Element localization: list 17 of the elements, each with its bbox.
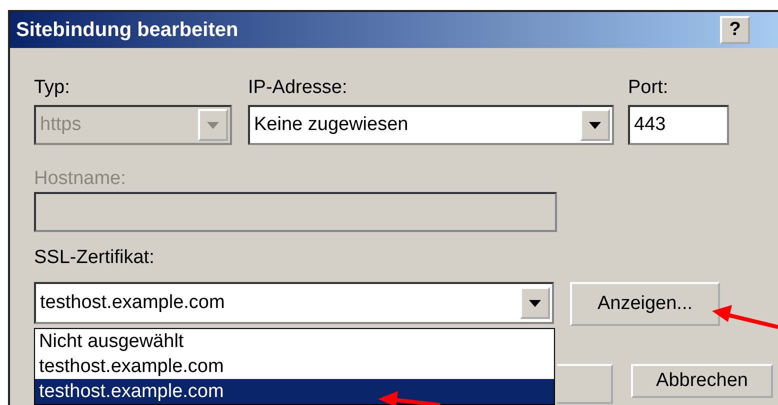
field-label: IP-Adresse: — [248, 76, 348, 100]
view-button[interactable]: Anzeigen... — [570, 282, 720, 326]
field-label: SSL-Zertifikat: — [34, 246, 156, 270]
port-field[interactable]: 443 — [628, 105, 729, 145]
cancel-button[interactable]: Abbrechen — [631, 364, 773, 398]
dropdown-option[interactable]: Nicht ausgewählt — [35, 329, 554, 354]
window-title: Sitebindung bearbeiten — [16, 18, 238, 43]
annotation-arrow — [712, 305, 778, 329]
help-button[interactable]: ? — [720, 16, 750, 44]
field-label: Typ: — [34, 76, 71, 100]
dropdown-option[interactable]: testhost.example.com — [35, 379, 554, 404]
ip-address-combobox[interactable]: Keine zugewiesen — [248, 105, 614, 145]
annotation-arrow — [378, 391, 440, 405]
field-label: Port: — [628, 76, 670, 100]
certificate-combobox[interactable]: testhost.example.com — [34, 282, 554, 324]
dropdown-option[interactable]: testhost.example.com — [35, 354, 554, 379]
field-label: Hostname: — [34, 167, 127, 191]
